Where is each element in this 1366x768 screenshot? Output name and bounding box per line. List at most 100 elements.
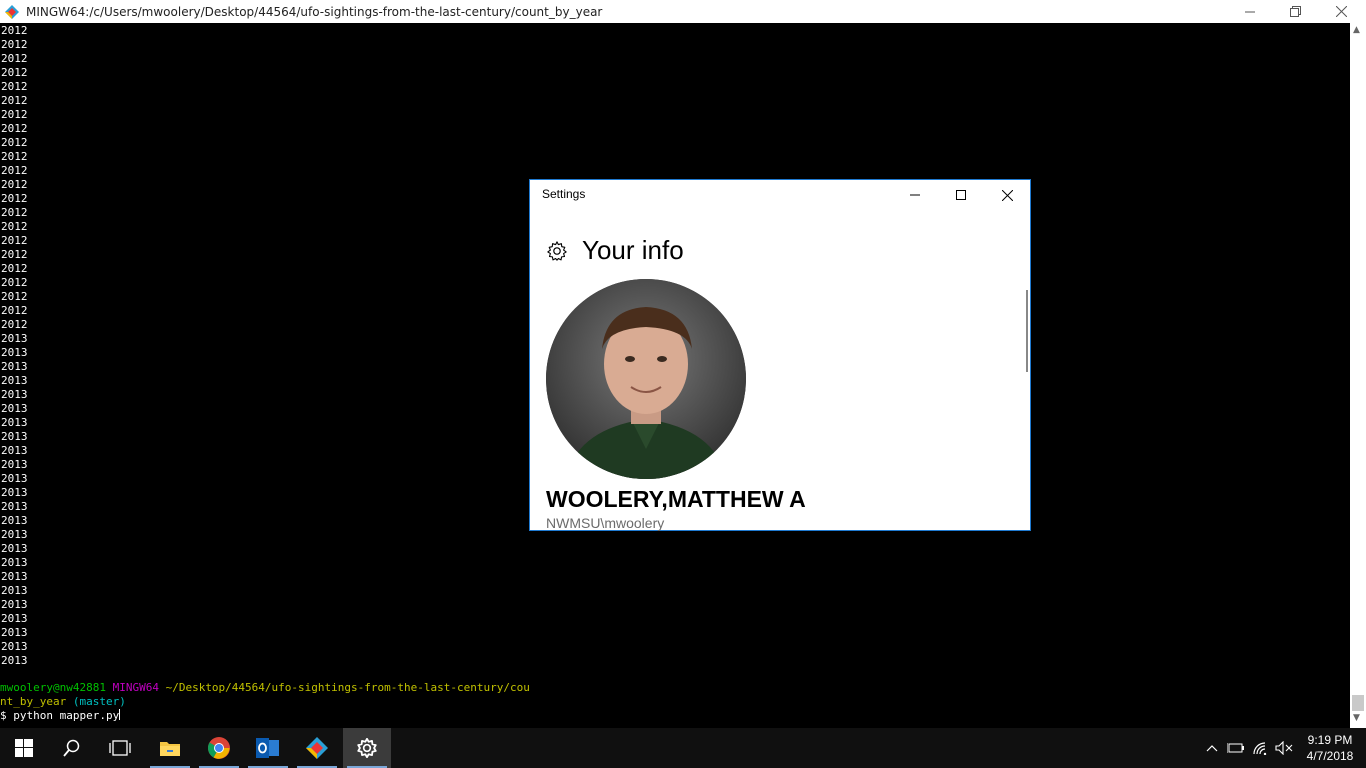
volume-muted-icon (1275, 741, 1293, 755)
settings-minimize-button[interactable] (892, 180, 938, 210)
text-cursor (119, 709, 121, 720)
minimize-icon (1245, 11, 1255, 12)
chrome-icon (208, 737, 230, 759)
output-line: 2013 (1, 584, 28, 597)
settings-scrollbar[interactable] (1026, 290, 1028, 372)
output-line: 2013 (1, 332, 28, 345)
settings-button[interactable] (343, 728, 391, 768)
file-explorer-button[interactable] (146, 728, 194, 768)
file-explorer-icon (160, 742, 180, 756)
output-line: 2012 (1, 150, 28, 163)
output-line: 2012 (1, 38, 28, 51)
restore-icon (1289, 6, 1301, 17)
output-line: 2012 (1, 122, 28, 135)
output-line: 2013 (1, 416, 28, 429)
output-line: 2013 (1, 654, 28, 667)
chrome-button[interactable] (195, 728, 243, 768)
scroll-down-icon[interactable]: ▼ (1353, 713, 1360, 723)
output-line: 2013 (1, 430, 28, 443)
network-button[interactable] (1248, 728, 1272, 768)
prompt-command: $ python mapper.py (0, 709, 120, 722)
shell-prompt: mwoolery@nw42881 MINGW64 ~/Desktop/44564… (0, 681, 530, 723)
output-line: 2012 (1, 192, 28, 205)
output-line: 2013 (1, 556, 28, 569)
minimize-button[interactable] (1227, 0, 1273, 23)
prompt-shell: MINGW64 (112, 681, 159, 694)
clock[interactable]: 9:19 PM 4/7/2018 (1300, 732, 1360, 764)
maximize-icon (956, 190, 966, 200)
output-line: 2012 (1, 290, 28, 303)
output-line: 2012 (1, 206, 28, 219)
outlook-icon (256, 738, 279, 758)
output-line: 2012 (1, 234, 28, 247)
battery-button[interactable] (1224, 728, 1248, 768)
close-button[interactable] (1318, 0, 1364, 23)
close-icon (1001, 189, 1013, 201)
output-line: 2013 (1, 500, 28, 513)
scroll-up-icon[interactable]: ▲ (1353, 25, 1360, 35)
settings-icon (357, 738, 377, 758)
output-line: 2013 (1, 458, 28, 471)
start-icon (15, 739, 33, 757)
output-line: 2013 (1, 570, 28, 583)
task-view-icon (109, 740, 131, 756)
prompt-path-cont: nt_by_year (0, 695, 67, 708)
output-line: 2012 (1, 276, 28, 289)
avatar[interactable] (546, 279, 746, 479)
scrollbar-thumb[interactable] (1352, 695, 1364, 711)
output-line: 2013 (1, 514, 28, 527)
terminal-title: MINGW64:/c/Users/mwoolery/Desktop/44564/… (26, 4, 603, 19)
profile-photo (546, 279, 746, 479)
minimize-icon (910, 194, 920, 196)
gear-icon (547, 240, 567, 261)
output-line: 2013 (1, 640, 28, 653)
search-button[interactable] (48, 728, 96, 768)
task-view-button[interactable] (96, 728, 144, 768)
wifi-icon (1253, 742, 1267, 755)
output-line: 2013 (1, 486, 28, 499)
terminal-titlebar: MINGW64:/c/Users/mwoolery/Desktop/44564/… (0, 0, 1366, 23)
output-line: 2013 (1, 542, 28, 555)
prompt-user-host: mwoolery@nw42881 (0, 681, 106, 694)
settings-maximize-button[interactable] (938, 180, 984, 210)
show-hidden-icons-button[interactable] (1200, 728, 1224, 768)
output-line: 2013 (1, 626, 28, 639)
git-bash-icon (306, 737, 328, 759)
output-line: 2012 (1, 248, 28, 261)
output-line: 2013 (1, 598, 28, 611)
restore-button[interactable] (1272, 0, 1318, 23)
output-line: 2012 (1, 220, 28, 233)
terminal-scrollbar[interactable]: ▲ ▼ (1350, 23, 1366, 728)
volume-button[interactable] (1272, 728, 1296, 768)
user-account: NWMSU\mwoolery (546, 515, 665, 531)
output-line: 2012 (1, 262, 28, 275)
prompt-branch: (master) (72, 695, 126, 708)
taskbar: 9:19 PM 4/7/2018 (0, 728, 1366, 768)
output-line: 2012 (1, 80, 28, 93)
output-line: 2013 (1, 388, 28, 401)
chevron-up-icon (1206, 745, 1218, 752)
page-title: Your info (582, 235, 684, 265)
settings-window-title: Settings (542, 187, 586, 201)
prompt-path: ~/Desktop/44564/ufo-sightings-from-the-l… (165, 681, 530, 694)
close-icon (1335, 6, 1347, 17)
output-line: 2012 (1, 24, 28, 37)
output-line: 2013 (1, 612, 28, 625)
git-bash-app-icon (5, 4, 19, 19)
output-line: 2012 (1, 94, 28, 107)
output-line: 2012 (1, 136, 28, 149)
output-line: 2012 (1, 52, 28, 65)
settings-close-button[interactable] (984, 180, 1030, 210)
system-tray (1200, 728, 1296, 768)
outlook-button[interactable] (244, 728, 292, 768)
output-line: 2012 (1, 66, 28, 79)
output-line: 2012 (1, 304, 28, 317)
clock-date: 4/7/2018 (1306, 749, 1354, 763)
start-button[interactable] (0, 728, 48, 768)
output-line: 2013 (1, 346, 28, 359)
year-output-list: 2012 2012 2012 2012 2012 2012 2012 2012 2012 2012… (1, 24, 28, 668)
git-bash-button[interactable] (293, 728, 341, 768)
output-line: 2013 (1, 444, 28, 457)
output-line: 2012 (1, 108, 28, 121)
output-line: 2013 (1, 360, 28, 373)
